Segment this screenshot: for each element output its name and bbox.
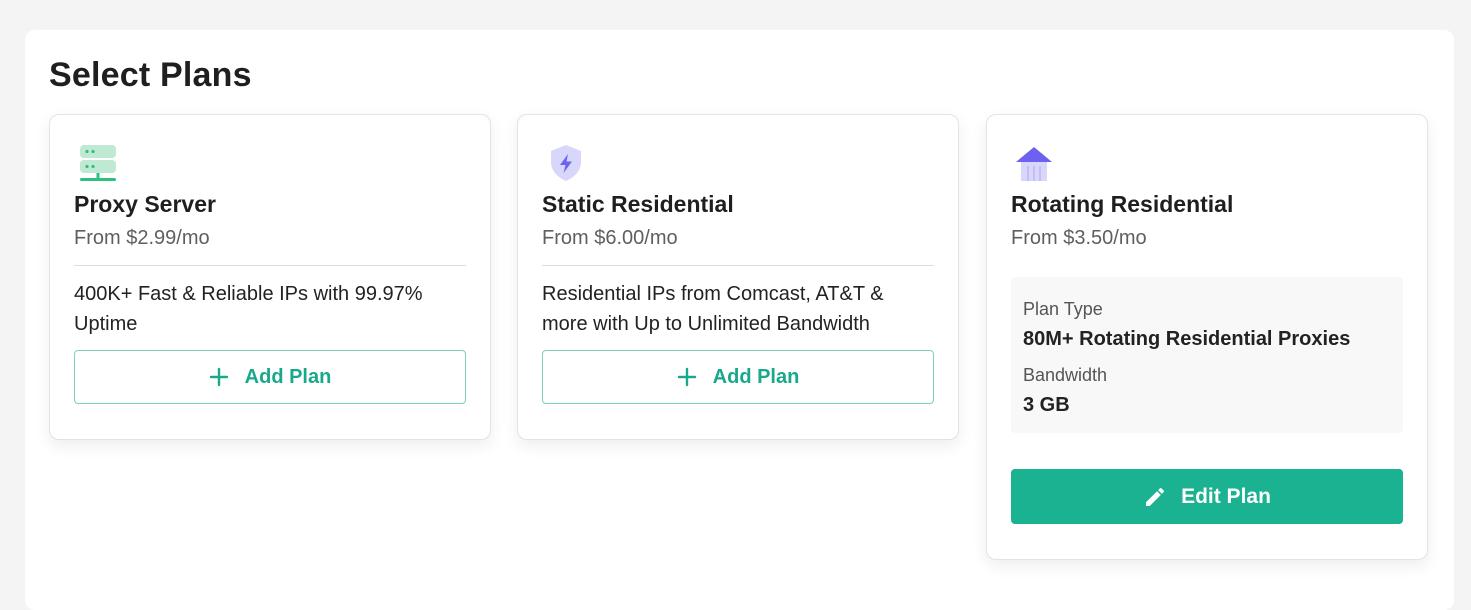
edit-plan-label: Edit Plan (1181, 484, 1271, 508)
divider (542, 265, 934, 266)
server-icon (80, 145, 116, 181)
plan-description: 400K+ Fast & Reliable IPs with 99.97% Up… (74, 283, 423, 335)
house-icon (1016, 147, 1052, 181)
plan-price: From $6.00/mo (542, 227, 678, 249)
bandwidth-value: 3 GB (1023, 394, 1070, 416)
plan-price: From $2.99/mo (74, 227, 210, 249)
plan-card-rotating-residential: Rotating Residential From $3.50/mo Plan … (986, 114, 1428, 560)
plan-name: Proxy Server (74, 191, 216, 217)
edit-plan-button[interactable]: Edit Plan (1011, 469, 1403, 524)
plan-name: Static Residential (542, 191, 734, 217)
add-plan-label: Add Plan (244, 365, 332, 388)
plan-description: Residential IPs from Comcast, AT&T & mor… (542, 283, 884, 335)
plan-name: Rotating Residential (1011, 191, 1234, 217)
selected-plan-details: Plan Type 80M+ Rotating Residential Prox… (1011, 277, 1403, 433)
add-plan-button[interactable]: Add Plan (74, 350, 466, 404)
plan-price: From $3.50/mo (1011, 227, 1147, 249)
plus-icon (209, 367, 228, 387)
plan-type-label: Plan Type (1023, 299, 1103, 319)
plan-type-value: 80M+ Rotating Residential Proxies (1023, 328, 1351, 350)
bandwidth-label: Bandwidth (1023, 365, 1108, 385)
add-plan-button[interactable]: Add Plan (542, 350, 934, 404)
shield-bolt-icon (551, 145, 581, 181)
select-plans-panel: Select Plans Proxy Server From $2.99/mo … (25, 30, 1454, 610)
divider (74, 265, 466, 266)
page-title: Select Plans (49, 56, 252, 94)
pencil-icon (1146, 487, 1165, 506)
plan-card-proxy-server: Proxy Server From $2.99/mo 400K+ Fast & … (49, 114, 491, 440)
plan-card-static-residential: Static Residential From $6.00/mo Residen… (517, 114, 959, 440)
add-plan-label: Add Plan (712, 365, 800, 388)
plus-icon (677, 367, 696, 387)
